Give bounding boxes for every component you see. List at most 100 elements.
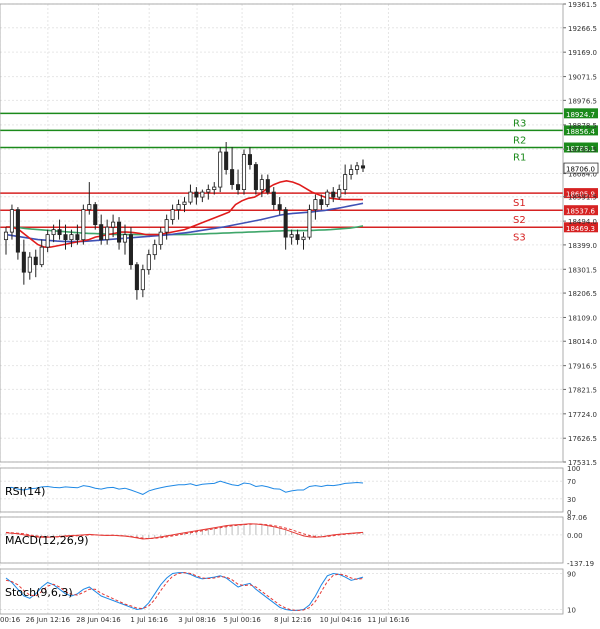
stoch-pane-y-tick-label: 10	[567, 607, 576, 615]
x-tick-label: 1 Jul 16:16	[130, 616, 168, 624]
level-price-tag-label: 18924.7	[566, 111, 595, 119]
candle	[253, 162, 258, 195]
candle-body	[349, 169, 354, 175]
y-tick-label: 18109.0	[568, 314, 597, 322]
candle-body	[21, 251, 26, 273]
candle	[81, 204, 86, 245]
candle-body	[39, 246, 44, 266]
level-name-r1: R1	[513, 153, 526, 164]
x-tick-label: 8 Jul 12:16	[274, 616, 312, 624]
candle-body	[253, 164, 258, 190]
candle	[218, 147, 223, 193]
y-tick-label: 19361.5	[568, 1, 597, 9]
y-tick-label: 19169.0	[568, 49, 597, 57]
candle-body	[182, 201, 187, 205]
rsi-pane-title: RSI(14)	[5, 485, 45, 498]
level-price-tag-r3: 18924.7	[564, 108, 598, 119]
y-tick-label: 18014.0	[568, 338, 597, 346]
y-tick-label: 19071.5	[568, 74, 597, 82]
candle-body	[170, 209, 175, 221]
rsi-pane-y-tick-label: 100	[567, 465, 580, 473]
candle-body	[301, 236, 306, 241]
candle-body	[57, 229, 62, 236]
y-tick-label: 17821.5	[568, 386, 597, 394]
candle-body	[111, 221, 116, 228]
y-tick-label: 18591.5	[568, 194, 597, 202]
candle	[241, 149, 247, 195]
candle-body	[140, 269, 145, 291]
candle-body	[81, 209, 86, 241]
candle-body	[27, 256, 32, 273]
candle-body	[99, 224, 104, 241]
candle-body	[176, 204, 181, 210]
candle-body	[158, 231, 163, 246]
candle	[307, 204, 312, 240]
y-tick-label: 17916.5	[568, 363, 597, 371]
candle-body	[212, 186, 217, 190]
candle-body	[63, 234, 68, 241]
macd-pane-y-tick-label: 87.06	[567, 514, 588, 522]
candle-body	[33, 256, 38, 266]
candle-body	[206, 189, 211, 193]
candle-body	[69, 234, 74, 241]
candle-body	[134, 264, 139, 291]
y-tick-label: 18399.0	[568, 242, 597, 250]
candle	[15, 207, 20, 260]
candle-body	[283, 209, 288, 238]
candle-body	[128, 234, 133, 266]
x-tick-label: 10 Jul 04:16	[320, 616, 363, 624]
current-price-tag-label: 18706.0	[566, 166, 595, 174]
candle-body	[360, 165, 366, 169]
stoch-pane-y-tick-label: 90	[567, 571, 576, 579]
candle-body	[3, 231, 9, 241]
x-tick-label: 5 Jul 00:16	[223, 616, 261, 624]
y-tick-label: 18781.5	[568, 146, 597, 154]
candle-body	[313, 199, 318, 210]
y-tick-label: 18301.5	[568, 266, 597, 274]
candle	[325, 189, 330, 208]
candle-body	[319, 199, 324, 205]
candle-body	[45, 234, 50, 248]
macd-pane-title: MACD(12,26,9)	[5, 534, 89, 547]
level-name-s2: S2	[513, 215, 526, 226]
candle-body	[15, 209, 20, 253]
x-tick-label: 28 Jun 04:16	[76, 616, 121, 624]
level-price-tag-s2: 18537.6	[564, 205, 598, 216]
candle-body	[259, 179, 264, 190]
x-tick-label: 00:16	[0, 616, 21, 624]
rsi-pane-y-tick-label: 30	[567, 496, 576, 504]
level-name-s3: S3	[513, 232, 526, 243]
candle-body	[146, 254, 151, 271]
candle-body	[230, 169, 235, 185]
candle-body	[87, 204, 92, 210]
candle-body	[277, 204, 282, 210]
candle-body	[307, 209, 312, 238]
x-tick-label: 3 Jul 08:16	[178, 616, 216, 624]
x-tick-label: 11 Jul 16:16	[367, 616, 410, 624]
current-price-tag: 18706.0	[563, 162, 599, 174]
macd-pane-y-tick-label: -137.19	[567, 560, 594, 568]
y-tick-label: 18878.5	[568, 122, 597, 130]
candle-body	[105, 226, 110, 241]
chart-canvas: R318924.7R218856.4R118788.1S118605.9S218…	[0, 0, 600, 625]
candle-body	[188, 191, 193, 203]
candle-body	[51, 229, 56, 236]
candle-body	[241, 154, 247, 190]
candle-body	[247, 154, 252, 165]
y-tick-label: 17626.5	[568, 435, 597, 443]
macd-pane-y-tick-label: 0.00	[567, 532, 583, 540]
candle-body	[224, 151, 229, 170]
y-tick-label: 17724.0	[568, 411, 597, 419]
candle-body	[265, 179, 270, 193]
level-price-tag-label: 18537.6	[566, 208, 595, 216]
candle-body	[200, 191, 205, 198]
candle-body	[164, 219, 169, 233]
candle-body	[218, 151, 223, 188]
candle-body	[271, 191, 276, 205]
candle-body	[343, 174, 348, 190]
y-tick-label: 18206.5	[568, 290, 597, 298]
candle-body	[117, 221, 122, 243]
y-tick-label: 19266.5	[568, 25, 597, 33]
candle-body	[289, 234, 294, 238]
y-tick-label: 18976.5	[568, 97, 597, 105]
